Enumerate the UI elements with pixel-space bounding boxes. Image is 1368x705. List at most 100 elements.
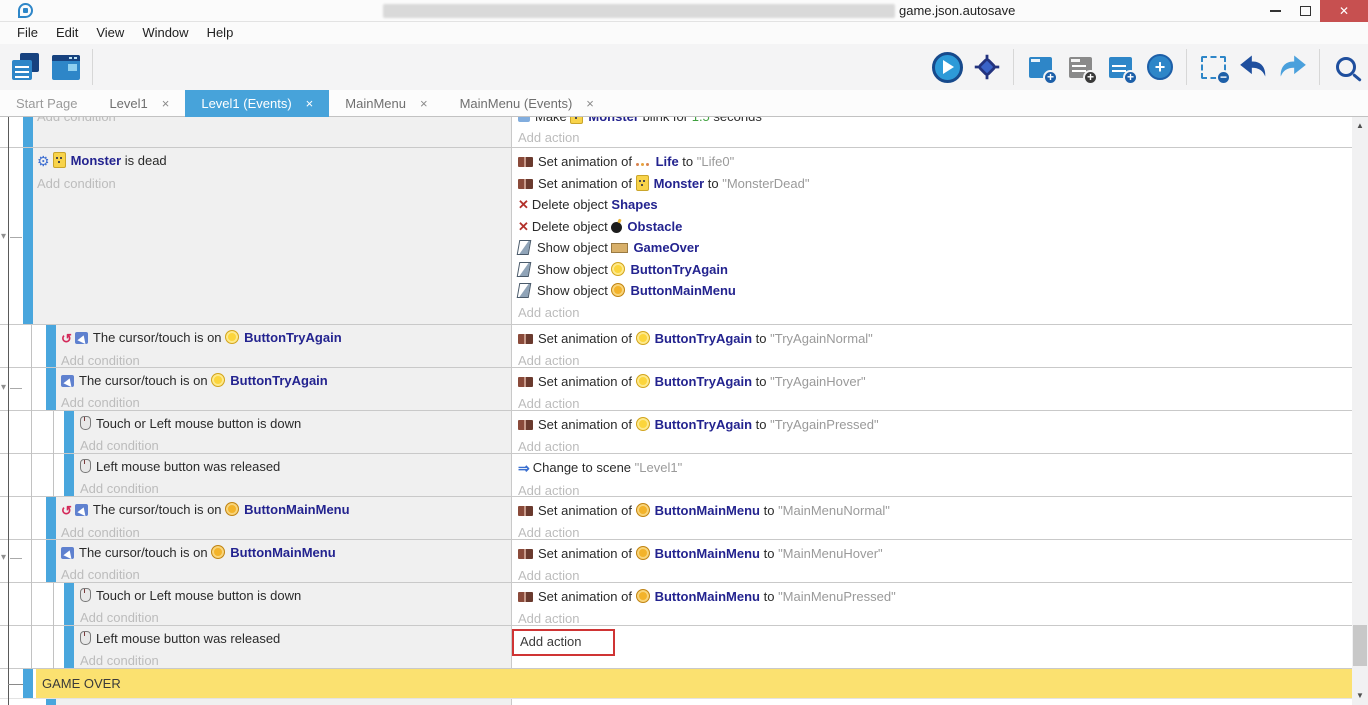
plus-badge-icon: + [1043,70,1058,85]
highlighted-add-action[interactable]: Add action [512,629,615,656]
coin-yellow-icon [636,374,650,388]
action-text[interactable]: Show object ButtonTryAgain [518,259,1352,281]
delete-icon [518,216,529,238]
collapse-triangle-icon[interactable]: ▾ [1,553,6,563]
add-comment-button[interactable]: + [1102,49,1138,85]
debug-button[interactable] [969,49,1005,85]
event-row[interactable]: The cursor/touch is on ButtonTryAgainAdd… [0,325,1352,368]
vertical-scrollbar[interactable]: ▲ ▼ [1352,117,1368,705]
event-row[interactable]: The cursor/touch is on ButtonTryAgainAdd… [0,368,1352,411]
event-selection-bar[interactable] [64,583,74,625]
minimize-button[interactable] [1260,0,1290,22]
collapse-triangle-icon[interactable]: ▾ [1,232,6,242]
action-text[interactable]: Change to scene "Level1" [518,457,1352,480]
action-text[interactable]: Delete object Shapes [518,194,1352,216]
menu-edit[interactable]: Edit [47,22,87,44]
tab-level1-events[interactable]: Level1 (Events) × [185,90,329,117]
event-selection-bar[interactable] [64,626,74,668]
action-cell: Make Monster blink for 1.5 secondsAdd ac… [511,117,1352,147]
comment-text[interactable]: GAME OVER [42,669,121,698]
toolbar-separator [1013,49,1014,85]
add-action[interactable]: Add action [518,302,1352,324]
close-button[interactable]: ✕ [1320,0,1368,22]
event-selection-bar[interactable] [46,368,56,410]
event-row[interactable]: The cursor/touch is on ButtonMainMenuAdd… [0,540,1352,583]
action-text[interactable]: Set animation of ButtonTryAgain to "TryA… [518,328,1352,350]
redo-button[interactable] [1275,49,1311,85]
action-text[interactable]: Set animation of Monster to "MonsterDead… [518,173,1352,195]
menu-bar: File Edit View Window Help [0,22,1368,44]
undo-button[interactable] [1235,49,1271,85]
animation-icon [518,179,533,189]
action-text[interactable]: Set animation of Life to "Life0" [518,151,1352,173]
menu-help[interactable]: Help [198,22,243,44]
tab-start-page[interactable]: Start Page [0,90,93,117]
action-text[interactable]: Make Monster blink for 1.5 seconds [518,117,762,128]
add-action[interactable]: Add action [518,436,1352,455]
open-events-sheet-icon[interactable] [8,49,44,85]
collapse-triangle-icon[interactable]: ▾ [1,383,6,393]
tab-level1[interactable]: Level1× [93,90,185,117]
menu-view[interactable]: View [87,22,133,44]
event-selection-bar[interactable] [23,117,33,147]
action-text[interactable]: Set animation of ButtonMainMenu to "Main… [518,500,1352,522]
add-action[interactable]: Add action [518,480,1352,498]
open-scene-editor-icon[interactable] [48,49,84,85]
events-sheet: Add conditionMake Monster blink for 1.5 … [0,117,1352,705]
tab-mainmenu[interactable]: MainMenu× [329,90,443,117]
comment-row[interactable]: GAME OVER [0,669,1352,699]
action-text[interactable]: Set animation of ButtonMainMenu to "Main… [518,586,1352,608]
add-action[interactable]: Add action [518,608,1352,627]
event-row[interactable]: Left mouse button was releasedAdd condit… [0,626,1352,669]
add-action[interactable]: Add action [518,565,1352,584]
scrollbar-thumb[interactable] [1353,625,1367,666]
event-row[interactable]: Monster is deadAdd conditionSet animatio… [0,148,1352,325]
event-row[interactable]: Left mouse button was releasedAdd condit… [0,454,1352,497]
event-selection-bar[interactable] [64,454,74,496]
action-text[interactable]: Delete object Obstacle [518,216,1352,238]
add-action[interactable]: Add action [518,393,1352,412]
cursor-icon [75,504,88,516]
scroll-up-icon[interactable]: ▲ [1352,119,1368,133]
event-row[interactable]: Touch or Left mouse button is downAdd co… [0,411,1352,454]
action-text[interactable]: Show object ButtonMainMenu [518,280,1352,302]
action-text[interactable]: Show object GameOver [518,237,1352,259]
restore-button[interactable] [1290,0,1320,22]
event-selection-bar[interactable] [64,411,74,453]
delete-selection-button[interactable]: − [1195,49,1231,85]
menu-file[interactable]: File [8,22,47,44]
event-selection-bar[interactable] [46,699,56,705]
add-action[interactable]: Add action [518,350,1352,369]
tab-close-icon[interactable]: × [306,96,314,111]
add-action[interactable]: Add action [518,629,1352,656]
event-row[interactable] [0,699,1352,705]
tab-label: Level1 (Events) [201,96,291,111]
event-row[interactable]: The cursor/touch is on ButtonMainMenuAdd… [0,497,1352,540]
add-other-event-button[interactable]: + [1142,49,1178,85]
coin-orange-icon [211,545,225,559]
text: to [760,546,778,561]
tab-close-icon[interactable]: × [586,96,594,111]
tab-mainmenu-events[interactable]: MainMenu (Events)× [444,90,610,117]
add-action[interactable]: Add action [518,522,1352,541]
add-event-button[interactable]: + [1022,49,1058,85]
search-button[interactable] [1328,49,1364,85]
event-selection-bar[interactable] [46,497,56,539]
menu-window[interactable]: Window [133,22,197,44]
action-text[interactable]: Set animation of ButtonTryAgain to "TryA… [518,371,1352,393]
event-selection-bar[interactable] [46,540,56,582]
event-row[interactable]: Add conditionMake Monster blink for 1.5 … [0,117,1352,148]
preview-play-button[interactable] [929,49,965,85]
event-selection-bar[interactable] [46,325,56,367]
add-subevent-button[interactable]: + [1062,49,1098,85]
action-text[interactable]: Set animation of ButtonMainMenu to "Main… [518,543,1352,565]
tab-close-icon[interactable]: × [420,96,428,111]
event-row[interactable]: Touch or Left mouse button is downAdd co… [0,583,1352,626]
action-text[interactable]: Set animation of ButtonTryAgain to "TryA… [518,414,1352,436]
event-selection-bar[interactable] [23,669,33,698]
tab-close-icon[interactable]: × [162,96,170,111]
text: Show object [537,283,611,298]
add-action[interactable]: Add action [518,127,579,148]
event-selection-bar[interactable] [23,148,33,324]
scroll-down-icon[interactable]: ▼ [1352,689,1368,703]
